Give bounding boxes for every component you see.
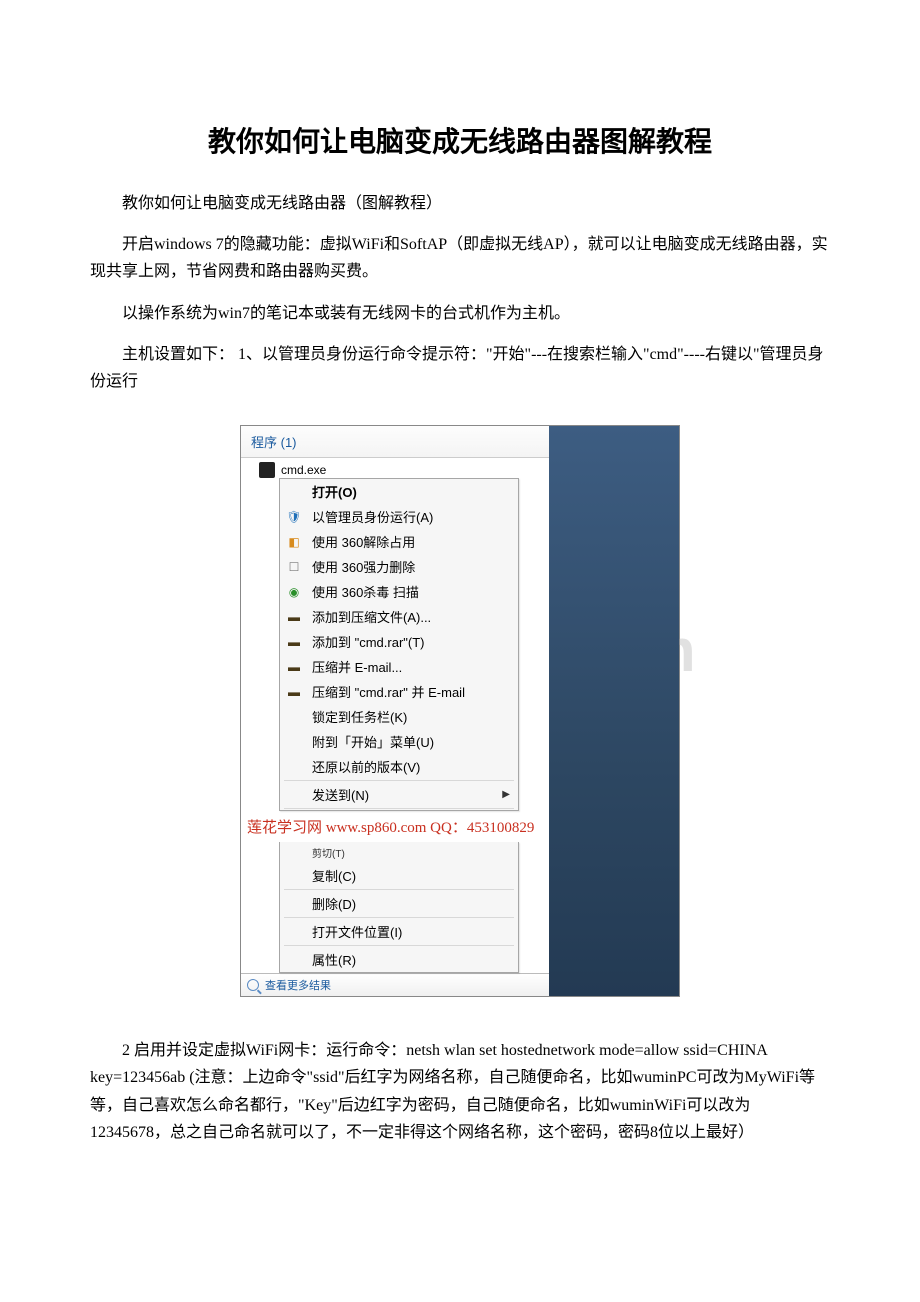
lock-icon: ◧: [286, 534, 302, 550]
menu-restore-prev[interactable]: 还原以前的版本(V): [280, 754, 518, 779]
menu-send-to[interactable]: 发送到(N) ▶: [280, 782, 518, 807]
menu-properties[interactable]: 属性(R): [280, 947, 518, 972]
program-item-cmd[interactable]: cmd.exe: [241, 458, 549, 478]
archive-icon: ▬: [286, 634, 302, 650]
scan-icon: ◉: [286, 584, 302, 600]
menu-360-unlock[interactable]: ◧ 使用 360解除占用: [280, 529, 518, 554]
shield-icon: 🛡: [286, 509, 302, 525]
menu-divider: [284, 808, 514, 809]
start-menu-right-panel: [547, 426, 679, 996]
paragraph-intro: 教你如何让电脑变成无线路由器（图解教程）: [90, 190, 830, 217]
document-page: 教你如何让电脑变成无线路由器图解教程 教你如何让电脑变成无线路由器（图解教程） …: [0, 0, 920, 1200]
menu-zip-email[interactable]: ▬ 压缩并 E-mail...: [280, 654, 518, 679]
arrow-right-icon: ▶: [502, 789, 510, 800]
cmd-icon: [259, 462, 275, 478]
start-menu-screenshot: www.bdocx.com 程序 (1) cmd.exe 打开(O) 🛡 以管理…: [240, 425, 680, 997]
menu-divider: [284, 780, 514, 781]
paragraph-feature: 开启windows 7的隐藏功能：虚拟WiFi和SoftAP（即虚拟无线AP），…: [90, 231, 830, 285]
menu-open[interactable]: 打开(O): [280, 479, 518, 504]
search-more-label: 查看更多结果: [265, 977, 331, 993]
search-more-results[interactable]: 查看更多结果: [241, 973, 549, 996]
document-title: 教你如何让电脑变成无线路由器图解教程: [90, 120, 830, 160]
menu-divider: [284, 945, 514, 946]
menu-divider: [284, 889, 514, 890]
menu-open-location[interactable]: 打开文件位置(I): [280, 919, 518, 944]
menu-360-scan[interactable]: ◉ 使用 360杀毒 扫描: [280, 579, 518, 604]
menu-pin-start[interactable]: 附到「开始」菜单(U): [280, 729, 518, 754]
context-menu-lower: 剪切(T) 复制(C) 删除(D) 打开文件位置(I) 属性(: [279, 842, 519, 973]
menu-zip-cmdrar-email[interactable]: ▬ 压缩到 "cmd.rar" 并 E-mail: [280, 679, 518, 704]
menu-add-archive[interactable]: ▬ 添加到压缩文件(A)...: [280, 604, 518, 629]
archive-icon: ▬: [286, 659, 302, 675]
archive-icon: ▬: [286, 684, 302, 700]
paragraph-step1: 主机设置如下： 1、以管理员身份运行命令提示符："开始"---在搜索栏输入"cm…: [90, 341, 830, 395]
menu-copy[interactable]: 复制(C): [280, 863, 518, 888]
menu-pin-taskbar[interactable]: 锁定到任务栏(K): [280, 704, 518, 729]
search-icon: [247, 979, 259, 991]
delete-icon: ☐: [286, 559, 302, 575]
context-menu: 打开(O) 🛡 以管理员身份运行(A) ◧ 使用 360解除占用 ☐ 使用 36…: [279, 478, 519, 811]
paragraph-step2: 2 启用并设定虚拟WiFi网卡：运行命令：netsh wlan set host…: [90, 1037, 830, 1146]
menu-360-delete[interactable]: ☐ 使用 360强力删除: [280, 554, 518, 579]
menu-cut-hint[interactable]: 剪切(T): [280, 842, 518, 863]
menu-divider: [284, 917, 514, 918]
menu-add-cmdrar[interactable]: ▬ 添加到 "cmd.rar"(T): [280, 629, 518, 654]
paragraph-host: 以操作系统为win7的笔记本或装有无线网卡的台式机作为主机。: [90, 300, 830, 327]
website-overlay: 莲花学习网 www.sp860.com QQ：453100829: [241, 811, 549, 842]
program-label: cmd.exe: [281, 463, 326, 477]
programs-header: 程序 (1): [241, 426, 549, 458]
menu-delete[interactable]: 删除(D): [280, 891, 518, 916]
menu-run-as-admin[interactable]: 🛡 以管理员身份运行(A): [280, 504, 518, 529]
embedded-screenshot: www.bdocx.com 程序 (1) cmd.exe 打开(O) 🛡 以管理…: [90, 425, 830, 997]
archive-icon: ▬: [286, 609, 302, 625]
